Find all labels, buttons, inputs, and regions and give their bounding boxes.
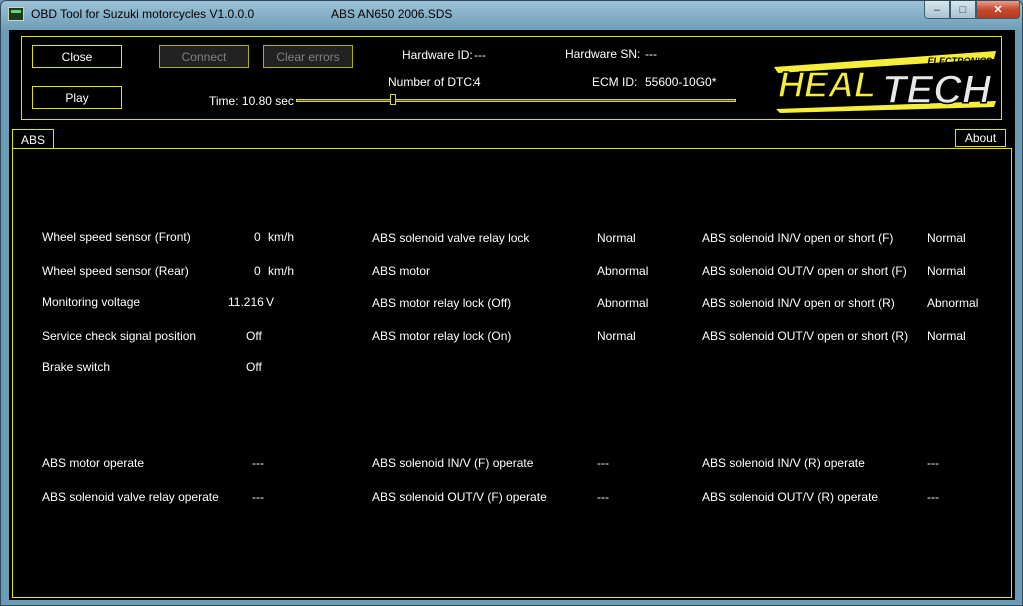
time-label: Time: 10.80 sec: [209, 94, 294, 108]
solenoid-label-in-f: ABS solenoid IN/V open or short (F): [702, 231, 894, 245]
hardware-id-value: ---: [474, 48, 486, 62]
sensor-label-voltage: Monitoring voltage: [42, 295, 141, 309]
close-button[interactable]: Close: [32, 45, 122, 68]
app-icon: [8, 7, 24, 21]
abs-tab-panel: Wheel speed sensor (Front) 0 km/h Wheel …: [12, 148, 1012, 598]
logo-small-text: ELECTRONICS: [927, 56, 992, 66]
about-button[interactable]: About: [955, 129, 1006, 147]
operate-value-motor: ---: [252, 456, 264, 470]
operate-value-in-r: ---: [927, 456, 939, 470]
relay-value-valve-relay-lock: Normal: [597, 231, 636, 245]
sensor-value-rear-wheel: 0: [254, 264, 261, 278]
sensor-unit-rear-wheel: km/h: [268, 264, 295, 278]
sensor-value-service-check: Off: [246, 329, 262, 343]
operate-value-out-f: ---: [597, 490, 609, 504]
hardware-sn-value: ---: [645, 47, 657, 61]
sensor-unit-front-wheel: km/h: [268, 230, 295, 244]
ecm-id-value: 55600-10G0*: [645, 75, 717, 89]
operate-value-out-r: ---: [927, 490, 939, 504]
window-title: OBD Tool for Suzuki motorcycles V1.0.0.0: [31, 7, 255, 21]
minimize-button[interactable]: –: [924, 1, 950, 19]
relay-label-valve-relay-lock: ABS solenoid valve relay lock: [372, 231, 530, 245]
app-window: OBD Tool for Suzuki motorcycles V1.0.0.0…: [0, 0, 1023, 606]
operate-label-out-f[interactable]: ABS solenoid OUT/V (F) operate: [372, 490, 547, 504]
hardware-id-label: Hardware ID:: [402, 48, 473, 62]
logo-tech-text: TECH: [882, 68, 992, 112]
relay-value-motor: Abnormal: [597, 264, 649, 278]
operate-label-in-r[interactable]: ABS solenoid IN/V (R) operate: [702, 456, 865, 470]
solenoid-value-out-f: Normal: [927, 264, 966, 278]
header-panel: Close Play Connect Clear errors Time: 10…: [21, 36, 1002, 120]
play-button[interactable]: Play: [32, 86, 122, 109]
solenoid-label-out-r: ABS solenoid OUT/V open or short (R): [702, 329, 909, 343]
sensor-label-front-wheel: Wheel speed sensor (Front): [42, 230, 191, 244]
sensor-unit-voltage: V: [266, 295, 275, 309]
maximize-button[interactable]: □: [950, 1, 976, 19]
dtc-count-value: 4: [474, 75, 481, 89]
healtech-logo: ELECTRONICS HEAL TECH: [774, 51, 996, 113]
relay-value-motor-relay-on: Normal: [597, 329, 636, 343]
sensor-value-brake-switch: Off: [246, 360, 262, 374]
relay-value-motor-relay-off: Abnormal: [597, 296, 649, 310]
sensor-value-voltage: 11.216: [228, 295, 264, 309]
solenoid-label-out-f: ABS solenoid OUT/V open or short (F): [702, 264, 907, 278]
operate-label-motor[interactable]: ABS motor operate: [42, 456, 144, 470]
sensor-label-brake-switch: Brake switch: [42, 360, 111, 374]
solenoid-value-in-f: Normal: [927, 231, 966, 245]
client-area: Close Play Connect Clear errors Time: 10…: [9, 30, 1015, 600]
connect-button[interactable]: Connect: [159, 45, 249, 68]
time-slider-track[interactable]: [296, 99, 736, 102]
title-bar[interactable]: OBD Tool for Suzuki motorcycles V1.0.0.0…: [1, 1, 1022, 27]
tab-abs[interactable]: ABS: [12, 129, 54, 149]
dtc-count-label: Number of DTC:: [388, 75, 476, 89]
sensor-value-front-wheel: 0: [254, 230, 261, 244]
clear-errors-button[interactable]: Clear errors: [263, 45, 353, 68]
operate-label-in-f[interactable]: ABS solenoid IN/V (F) operate: [372, 456, 533, 470]
solenoid-label-in-r: ABS solenoid IN/V open or short (R): [702, 296, 895, 310]
solenoid-value-out-r: Normal: [927, 329, 966, 343]
window-file-name: ABS AN650 2006.SDS: [331, 7, 453, 21]
relay-label-motor: ABS motor: [372, 264, 431, 278]
hardware-sn-label: Hardware SN:: [565, 47, 641, 61]
operate-label-valve-relay[interactable]: ABS solenoid valve relay operate: [42, 490, 219, 504]
relay-label-motor-relay-off: ABS motor relay lock (Off): [372, 296, 512, 310]
time-slider-thumb[interactable]: [390, 94, 396, 105]
operate-label-out-r[interactable]: ABS solenoid OUT/V (R) operate: [702, 490, 878, 504]
operate-value-valve-relay: ---: [252, 490, 264, 504]
close-window-button[interactable]: ✕: [976, 1, 1020, 19]
solenoid-value-in-r: Abnormal: [927, 296, 979, 310]
relay-label-motor-relay-on: ABS motor relay lock (On): [372, 329, 512, 343]
ecm-id-label: ECM ID:: [592, 75, 638, 89]
sensor-label-rear-wheel: Wheel speed sensor (Rear): [42, 264, 189, 278]
logo-heal-text: HEAL: [778, 64, 876, 105]
sensor-label-service-check: Service check signal position: [42, 329, 197, 343]
operate-value-in-f: ---: [597, 456, 609, 470]
